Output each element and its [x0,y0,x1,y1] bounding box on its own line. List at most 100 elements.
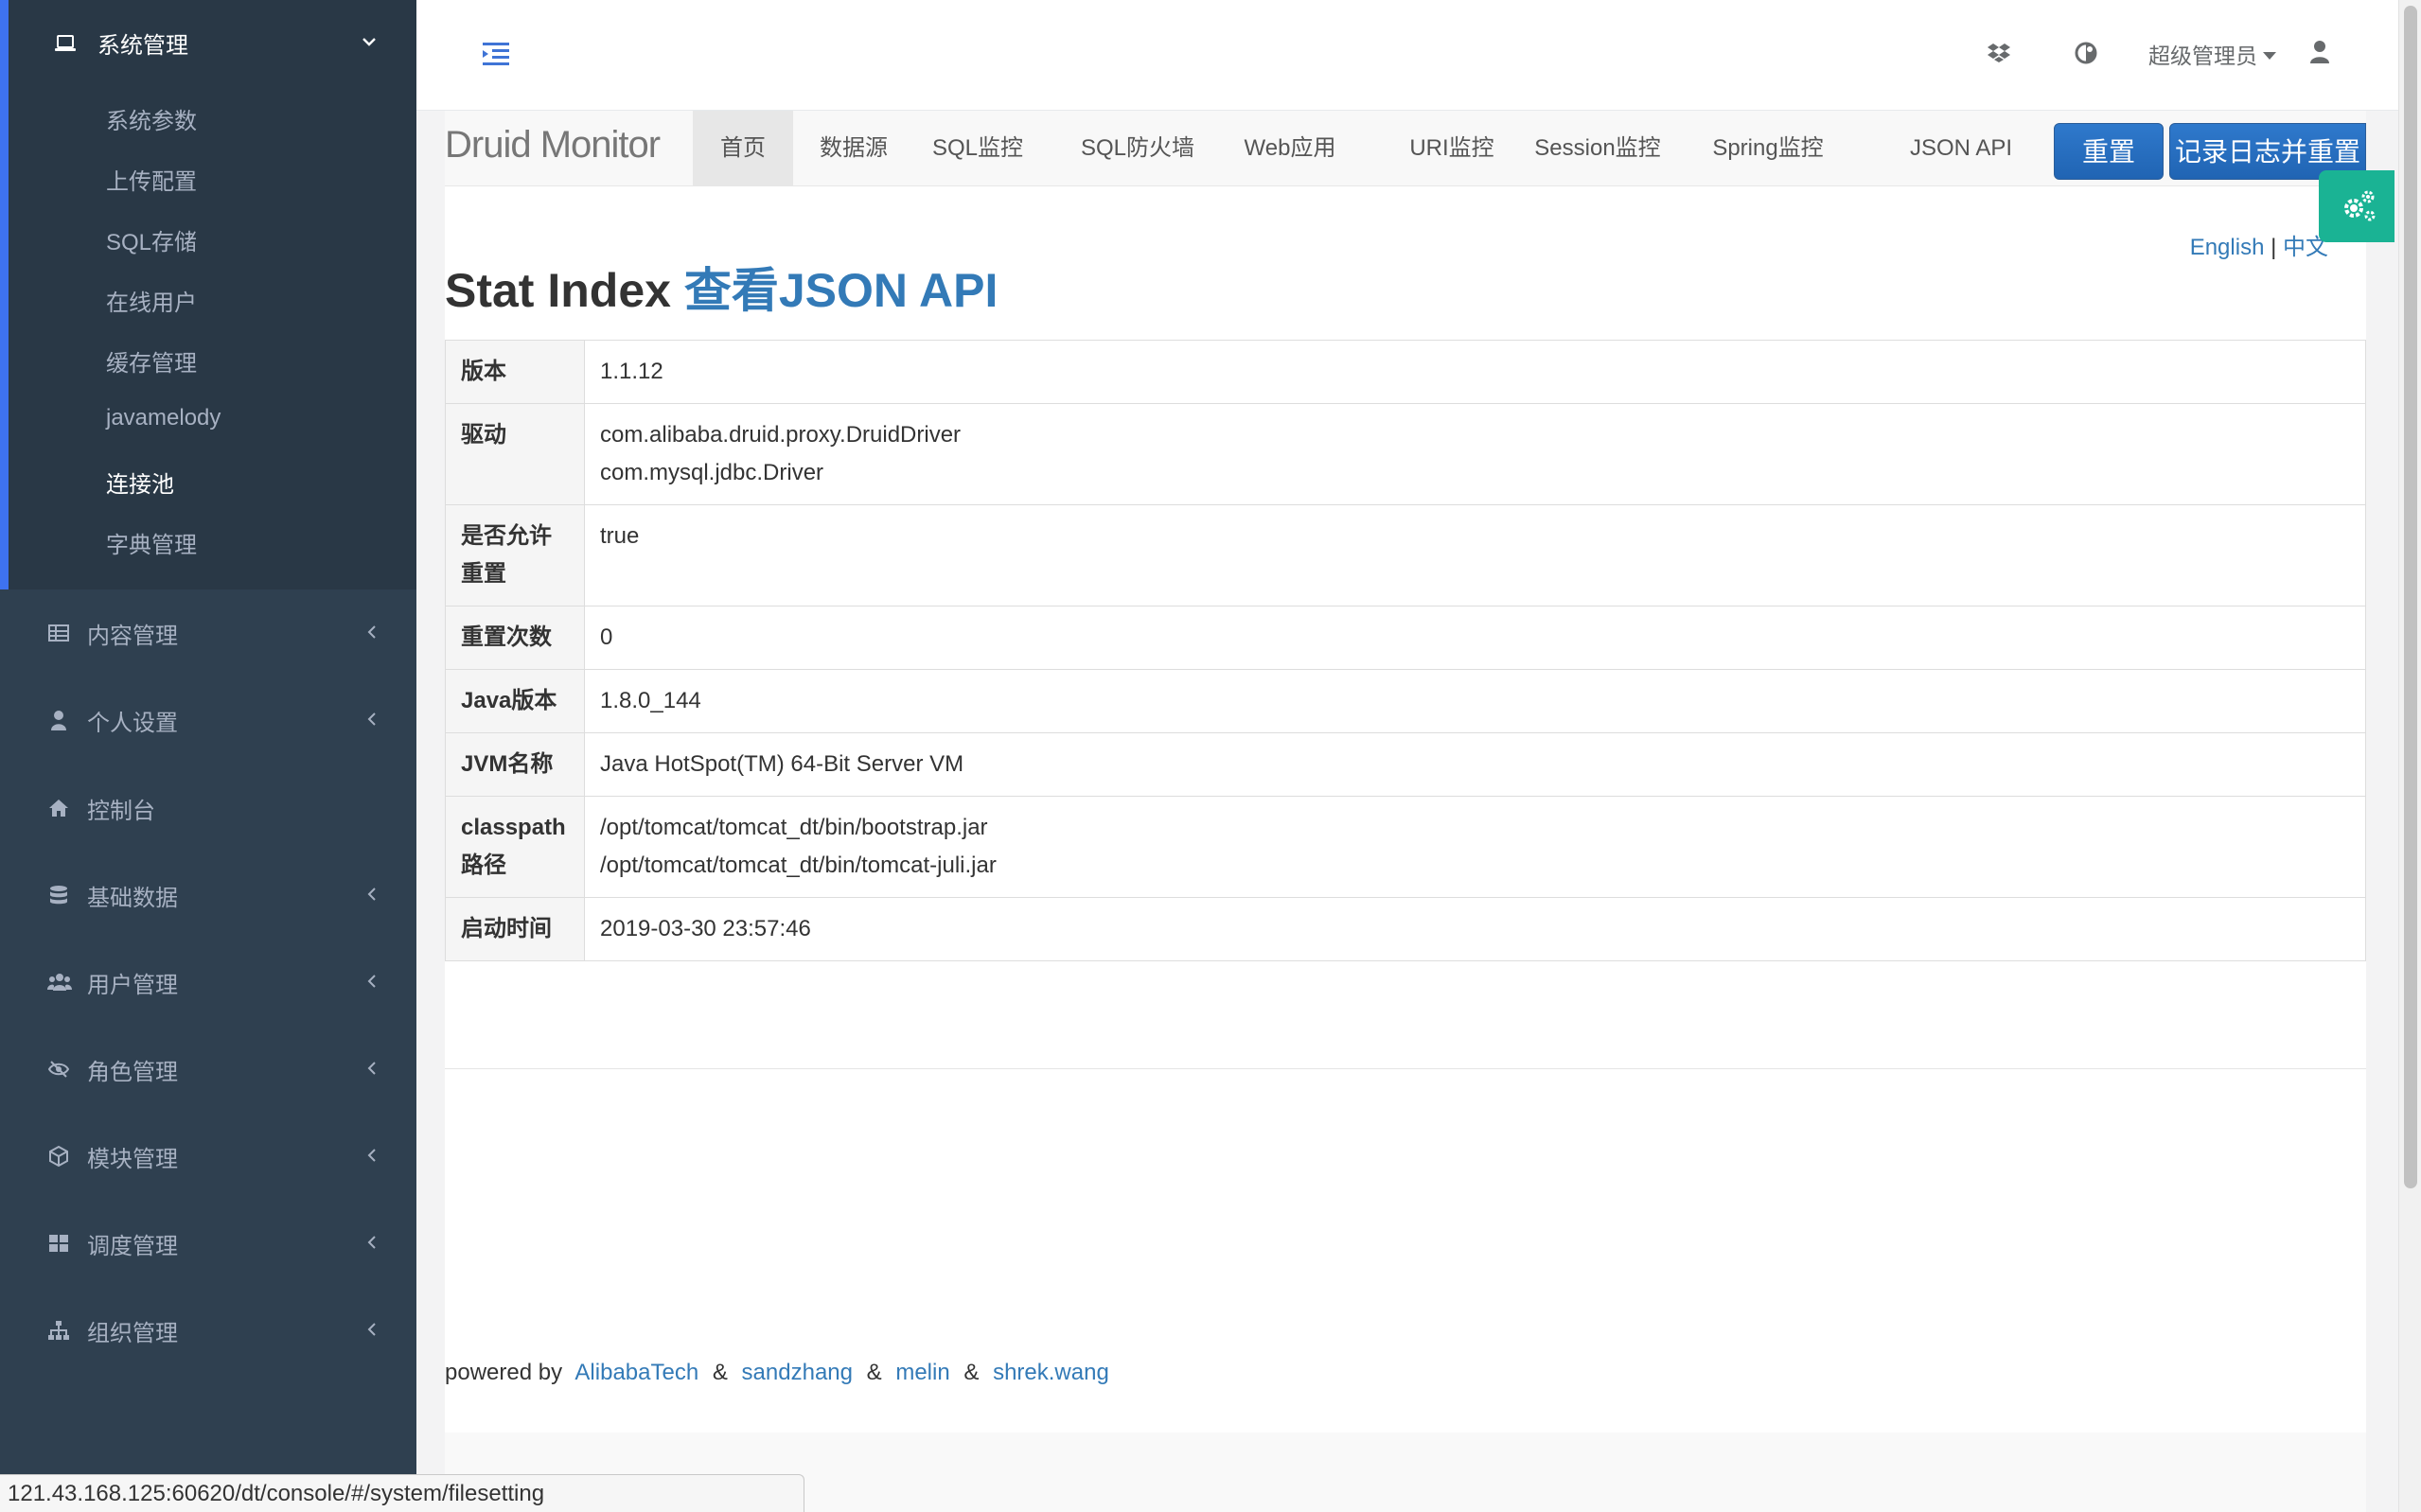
nav-tab[interactable]: 数据源 [801,111,907,186]
value-line: /opt/tomcat/tomcat_dt/bin/bootstrap.jar [600,815,988,840]
table-row: 驱动 com.alibaba.druid.proxy.DruidDriver com… [445,403,2366,505]
row-value: 0 [584,606,2366,670]
dropbox-icon[interactable] [1986,40,2012,66]
sidebar-item[interactable]: 模块管理 [0,1113,416,1200]
row-key: 重置次数 [445,606,585,670]
nav-tab[interactable]: Web应用 [1230,111,1350,186]
top-navbar: 超级管理员 [416,0,2398,111]
sidebar-item-label: 内容管理 [87,623,178,649]
row-value: /opt/tomcat/tomcat_dt/bin/bootstrap.jar /… [584,796,2366,898]
row-value: 2019-03-30 23:57:46 [584,897,2366,961]
sidebar-group-label: 系统管理 [97,32,188,59]
nav-tab[interactable]: Spring监控 [1704,111,1832,186]
sidebar-group-system[interactable]: 系统管理 [9,0,416,85]
lang-separator: | [2271,235,2277,260]
table-row: 是否允许重置 true [445,504,2366,607]
footer-sep: & [712,1360,728,1385]
footer-sep: & [866,1360,882,1385]
gears-icon [2338,185,2379,232]
sidebar-item[interactable]: 组织管理 [0,1287,416,1374]
user-icon[interactable] [2309,40,2330,64]
user-icon [47,709,70,731]
sidebar-item[interactable]: 用户管理 [0,939,416,1026]
sidebar-item[interactable]: 角色管理 [0,1026,416,1113]
value-line: Java HotSpot(TM) 64-Bit Server VM [600,751,964,777]
sidebar-subitem[interactable]: 缓存管理 [106,344,197,378]
sidebar-subitem[interactable]: 连接池 [106,466,174,499]
row-key: classpath路径 [445,796,585,898]
table-icon [47,622,70,644]
nav-tab[interactable]: SQL监控 [907,111,1049,186]
sitemap-icon [47,1319,70,1342]
sidebar-subitem[interactable]: 在线用户 [106,284,197,317]
row-key: 启动时间 [445,897,585,961]
author-link-shrek-wang[interactable]: shrek.wang [993,1360,1109,1385]
chevron-left-icon [362,622,382,642]
sidebar-item[interactable]: 调度管理 [0,1200,416,1287]
author-link-alibabatech[interactable]: AlibabaTech [574,1360,698,1385]
druid-brand[interactable]: Druid Monitor [445,124,661,167]
sidebar-subitem[interactable]: 字典管理 [106,526,197,559]
page-scrollbar[interactable] [2398,0,2421,1512]
footer: powered by AlibabaTech & sandzhang & mel… [445,1360,1117,1386]
table-row: Java版本 1.8.0_144 [445,669,2366,733]
menu-toggle-icon[interactable] [481,40,511,66]
druid-monitor-frame: Druid Monitor 首页 数据源 SQL监控 SQL防火墙 Web应用 URI监控… [445,111,2366,1512]
scrollbar-thumb[interactable] [2404,6,2417,1188]
page-title-text: Stat Index [445,264,671,317]
table-row: 重置次数 0 [445,606,2366,670]
language-switch: English | 中文 [2190,228,2328,261]
sidebar-subitem[interactable]: javamelody [106,405,221,431]
value-line: 1.8.0_144 [600,688,701,713]
chevron-left-icon [362,709,382,730]
stat-index-table: 版本 1.1.12 驱动 com.alibaba.druid.proxy.DruidD… [445,340,2366,961]
nav-tab[interactable]: URI监控 [1397,111,1507,186]
sidebar-item[interactable]: 内容管理 [0,589,416,677]
nav-tab[interactable]: JSON API [1897,111,2025,186]
users-icon [47,971,72,993]
value-line: true [600,523,640,549]
reset-button[interactable]: 重置 [2054,123,2164,180]
row-value: com.alibaba.druid.proxy.DruidDriver com.m… [584,403,2366,505]
sidebar-item[interactable]: 基础数据 [0,852,416,939]
table-row: 版本 1.1.12 [445,340,2366,404]
sidebar-subitem[interactable]: 上传配置 [106,163,197,196]
row-value: Java HotSpot(TM) 64-Bit Server VM [584,732,2366,797]
row-key: 驱动 [445,403,585,505]
divider [445,1068,2366,1069]
author-link-melin[interactable]: melin [895,1360,949,1385]
home-icon [47,797,70,819]
table-row: JVM名称 Java HotSpot(TM) 64-Bit Server VM [445,732,2366,797]
sidebar-item-label: 控制台 [87,798,155,824]
value-line: com.alibaba.druid.proxy.DruidDriver [600,422,962,448]
value-line: 0 [600,624,613,650]
value-line: com.mysql.jdbc.Driver [600,460,824,485]
settings-fab[interactable] [2319,170,2394,242]
nav-tab[interactable]: 首页 [693,111,793,186]
json-api-link[interactable]: 查看JSON API [684,264,998,317]
sidebar-item[interactable]: 个人设置 [0,677,416,764]
app-root: 系统管理 系统参数上传配置 SQL存储在线用户缓存管理 javamelody 连接池字… [0,0,2421,1512]
theme-icon[interactable] [2073,40,2099,66]
sidebar-item[interactable]: 控制台 [0,765,416,852]
value-line: 1.1.12 [600,359,663,384]
author-link-sandzhang[interactable]: sandzhang [742,1360,853,1385]
chevron-left-icon [362,1145,382,1166]
nav-tab[interactable]: SQL防火墙 [1056,111,1219,186]
nav-tab[interactable]: Session监控 [1528,111,1668,186]
user-dropdown[interactable]: 超级管理员 [2148,38,2276,70]
row-key: 版本 [445,340,585,404]
caret-down-icon [2263,52,2276,60]
sidebar-subitem[interactable]: SQL存储 [106,223,197,256]
sidebar-item-label: 组织管理 [87,1320,178,1346]
chevron-left-icon [362,884,382,905]
row-key: Java版本 [445,669,585,733]
sidebar: 系统管理 系统参数上传配置 SQL存储在线用户缓存管理 javamelody 连接池字… [0,0,416,1512]
footer-prefix: powered by [445,1360,563,1385]
row-value: 1.1.12 [584,340,2366,404]
status-bar-url: 121.43.168.125:60620/dt/console/#/system… [0,1474,804,1512]
lang-english-link[interactable]: English [2190,235,2265,260]
chevron-left-icon [362,1319,382,1340]
sidebar-subitem[interactable]: 系统参数 [106,102,197,135]
row-key: 是否允许重置 [445,504,585,607]
